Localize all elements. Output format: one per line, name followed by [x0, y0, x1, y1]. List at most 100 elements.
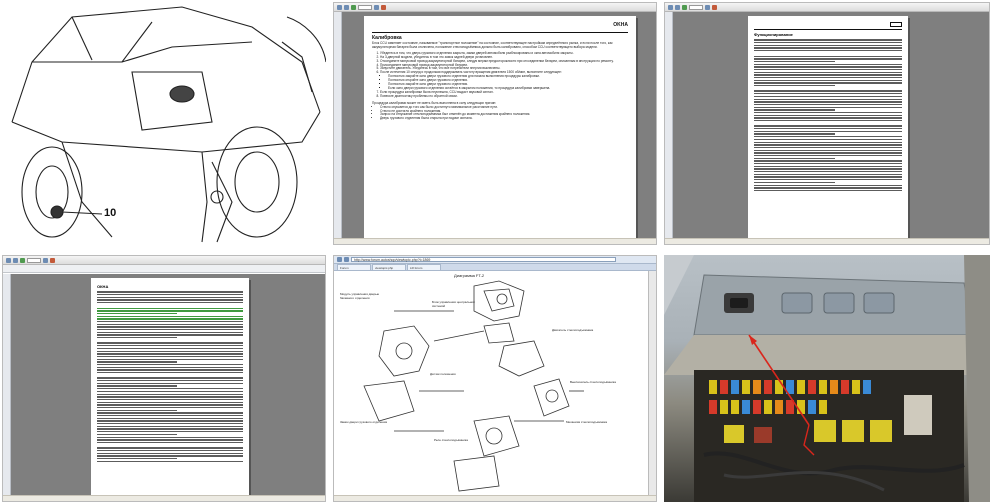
- page-number-field[interactable]: [689, 4, 703, 10]
- text-line: [97, 318, 243, 320]
- text-line: [97, 447, 243, 449]
- text-line: [754, 47, 902, 49]
- text-line: [97, 329, 243, 331]
- pdf-viewer-function: Функционирование: [664, 2, 990, 245]
- close-icon[interactable]: [50, 257, 55, 263]
- text-line: [97, 345, 243, 347]
- text-line: [97, 307, 243, 309]
- text-line: [97, 423, 243, 425]
- fusebox-photo-svg: [664, 255, 990, 502]
- text-line: [754, 60, 836, 63]
- text-line: [97, 406, 243, 409]
- browser-statusbar: [334, 495, 656, 501]
- vehicle-drawing-svg: [11, 6, 326, 243]
- save-icon[interactable]: [682, 4, 687, 10]
- text-line: [754, 55, 902, 57]
- back-icon[interactable]: [337, 257, 342, 262]
- text-line: [754, 82, 902, 84]
- pdf-viewer-area: OKHA Калибровка Блок CCU изменяет состоя…: [342, 12, 656, 238]
- text-line: [754, 125, 902, 127]
- text-line: [754, 101, 902, 103]
- pdf-side-panel[interactable]: [334, 12, 342, 238]
- text-line: [97, 326, 243, 328]
- dense-text-block: [754, 38, 902, 195]
- zoom-in-icon[interactable]: [705, 4, 710, 10]
- close-icon[interactable]: [381, 4, 386, 10]
- text-line: [97, 390, 243, 393]
- text-line: [97, 299, 243, 301]
- text-line: [754, 93, 902, 95]
- text-line: [754, 152, 902, 154]
- note-bullets: Стекло опускается до того как было дости…: [372, 105, 628, 122]
- text-line: [97, 439, 243, 441]
- pdf-side-panel[interactable]: [3, 274, 11, 495]
- callout-number: 10: [104, 207, 117, 219]
- note-bullet: Дверь грузового отделения была открыта п…: [380, 116, 628, 121]
- open-icon[interactable]: [337, 4, 342, 10]
- text-line: [754, 58, 902, 60]
- zoom-in-icon[interactable]: [374, 4, 379, 10]
- text-line: [97, 323, 243, 325]
- document-tab[interactable]: [3, 265, 325, 273]
- calibration-substeps: Полностью закройте окно двери грузового …: [372, 74, 628, 91]
- text-line: [754, 176, 902, 178]
- text-line: [754, 114, 902, 116]
- diagram-callout: Механизм стеклоподъёмника: [566, 420, 608, 424]
- step-item: Повесьте диагностику проблемы по обратно…: [380, 94, 628, 99]
- pdf-toolbar: [334, 3, 656, 12]
- text-line: [97, 398, 243, 401]
- text-line: [97, 415, 243, 417]
- text-line: [754, 95, 902, 98]
- forward-icon[interactable]: [344, 257, 349, 262]
- text-line: [754, 136, 902, 138]
- pdf-page: Функционирование: [748, 16, 908, 238]
- text-line: [97, 385, 178, 387]
- pdf-viewer-area: ОКНА: [11, 274, 325, 497]
- text-line: [754, 103, 902, 106]
- text-line: [754, 77, 902, 79]
- text-line: [97, 358, 243, 360]
- text-line: [754, 79, 902, 81]
- text-line: [97, 458, 178, 460]
- open-icon[interactable]: [668, 4, 673, 10]
- text-line: [754, 149, 902, 151]
- text-line: [754, 98, 902, 100]
- text-line: [754, 157, 836, 159]
- browser-tab[interactable]: Forum: [337, 264, 371, 270]
- text-line: [97, 404, 243, 406]
- text-line: [97, 369, 243, 371]
- page-header-rule: [372, 32, 628, 33]
- text-line: [754, 106, 902, 108]
- text-line: [97, 436, 243, 438]
- close-icon[interactable]: [712, 4, 717, 10]
- zoom-in-icon[interactable]: [43, 257, 48, 263]
- text-line: [754, 63, 902, 65]
- print-icon[interactable]: [13, 257, 18, 263]
- text-line: [97, 396, 243, 398]
- page-number-field[interactable]: [358, 4, 372, 10]
- save-icon[interactable]: [20, 257, 25, 263]
- open-icon[interactable]: [6, 257, 11, 263]
- diagram-callout: Датчик положения: [430, 372, 456, 376]
- print-icon[interactable]: [675, 4, 680, 10]
- text-line: [97, 302, 243, 304]
- text-line: [754, 189, 902, 192]
- save-icon[interactable]: [351, 4, 356, 10]
- text-line: [754, 130, 902, 133]
- text-line: [97, 350, 243, 352]
- browser-tab[interactable]: viewtopic.php: [372, 264, 406, 270]
- address-bar[interactable]: http://www.forum.autoshop/viewtopic.php?…: [351, 257, 616, 262]
- text-line: [97, 355, 243, 358]
- pdf-side-panel[interactable]: [665, 12, 673, 238]
- diagram-callout: Модуль управления дверью багажного отдел…: [340, 292, 380, 300]
- page-number-field[interactable]: [27, 257, 41, 263]
- text-line: [97, 433, 178, 436]
- browser-tab[interactable]: LR forum: [407, 264, 441, 270]
- text-line: [754, 173, 902, 176]
- text-line: [97, 372, 243, 374]
- diagram-callout: Выключатель стеклоподъёмника: [570, 380, 616, 384]
- calibration-steps-end: Если процедура калибровки была неуспешна…: [372, 90, 628, 99]
- text-line: [97, 380, 243, 382]
- print-icon[interactable]: [344, 4, 349, 10]
- browser-scrollbar[interactable]: [648, 271, 656, 495]
